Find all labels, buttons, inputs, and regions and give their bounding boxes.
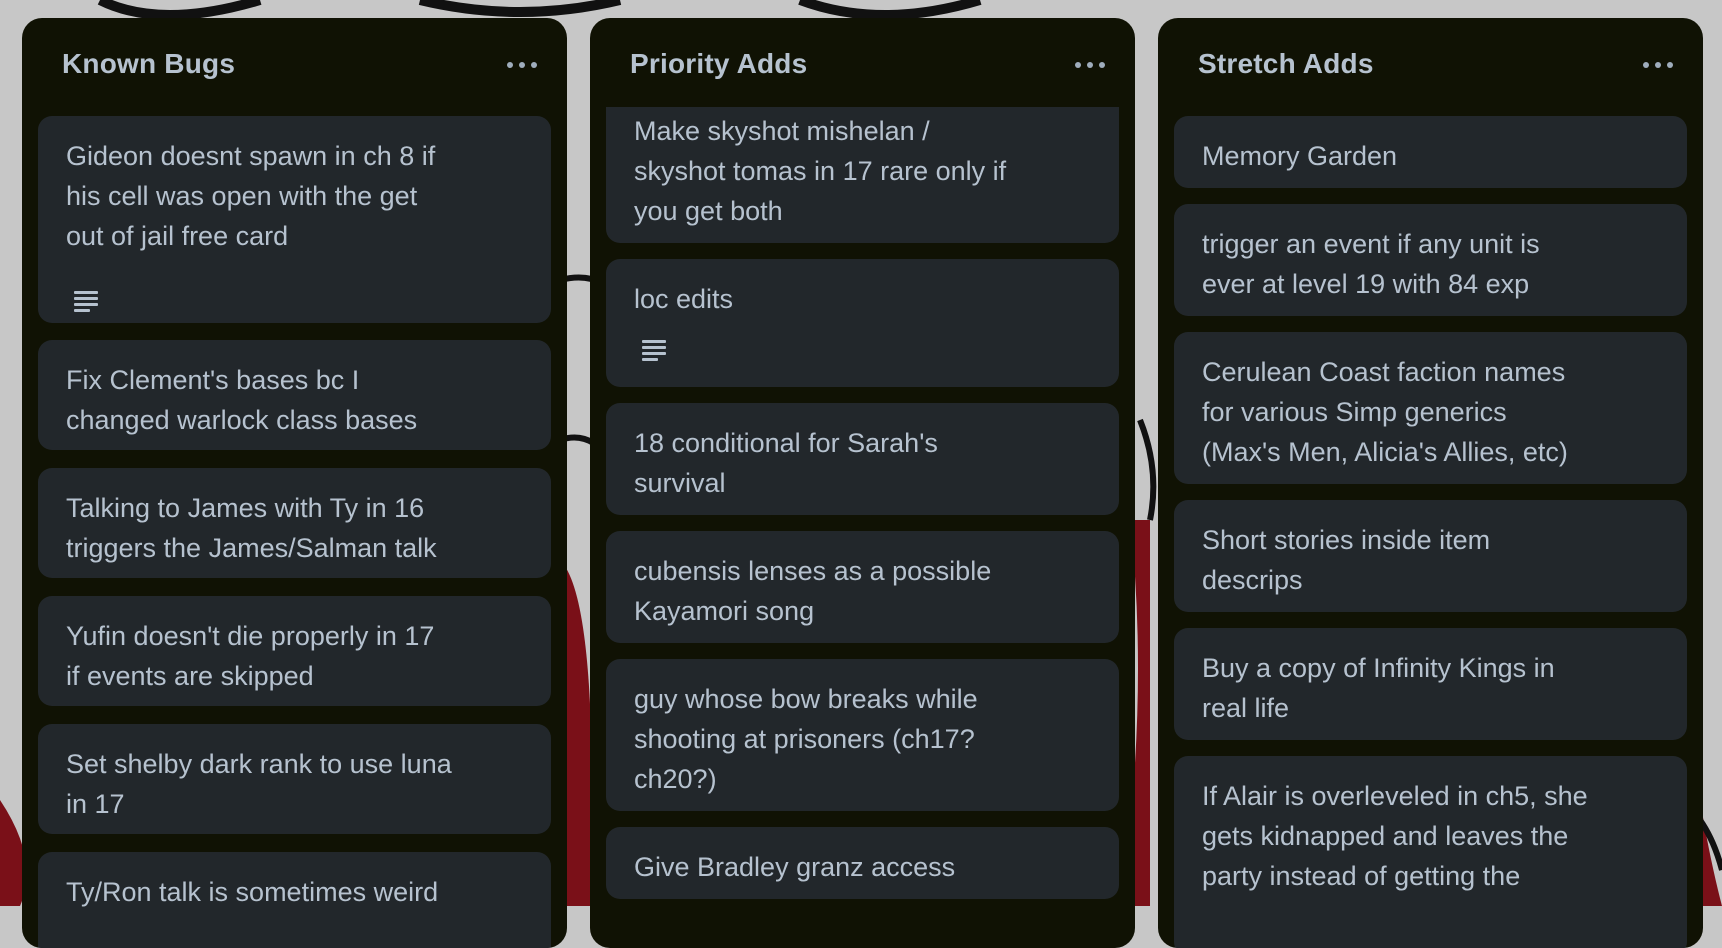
card-title: Buy a copy of Infinity Kings in real lif… xyxy=(1202,653,1555,723)
card-title: Cerulean Coast faction names for various… xyxy=(1202,357,1568,467)
list-header: Priority Adds xyxy=(590,18,1135,116)
card-title: Yufin doesn't die properly in 17 if even… xyxy=(66,621,435,691)
list-priority-adds: Priority Adds Make skyshot mishelan / sk… xyxy=(590,18,1135,948)
card-title: Set shelby dark rank to use luna in 17 xyxy=(66,749,452,819)
board: Known Bugs Gideon doesnt spawn in ch 8 i… xyxy=(0,0,1722,948)
card-title: trigger an event if any unit is ever at … xyxy=(1202,229,1540,299)
card-title: Memory Garden xyxy=(1202,141,1398,171)
card[interactable]: If Alair is overleveled in ch5, she gets… xyxy=(1174,756,1687,948)
card-title: Talking to James with Ty in 16 triggers … xyxy=(66,493,437,563)
card-title: If Alair is overleveled in ch5, she gets… xyxy=(1202,781,1588,891)
card[interactable]: Make skyshot mishelan / skyshot tomas in… xyxy=(606,107,1119,243)
description-lines-icon xyxy=(642,340,666,361)
card-title: cubensis lenses as a possible Kayamori s… xyxy=(634,556,992,626)
card[interactable]: Buy a copy of Infinity Kings in real lif… xyxy=(1174,628,1687,740)
card[interactable]: Set shelby dark rank to use luna in 17 xyxy=(38,724,551,834)
card-title: guy whose bow breaks while shooting at p… xyxy=(634,684,978,794)
card-title: Short stories inside item descrips xyxy=(1202,525,1491,595)
card-title: loc edits xyxy=(634,284,734,314)
list-known-bugs: Known Bugs Gideon doesnt spawn in ch 8 i… xyxy=(22,18,567,948)
card-title: Gideon doesnt spawn in ch 8 if his cell … xyxy=(66,141,436,251)
list-stretch-adds: Stretch Adds Memory Garden trigger an ev… xyxy=(1158,18,1703,948)
card[interactable]: Give Bradley granz access xyxy=(606,827,1119,899)
card-title: Make skyshot mishelan / skyshot tomas in… xyxy=(634,116,1007,226)
description-lines-icon xyxy=(74,291,98,312)
card[interactable]: trigger an event if any unit is ever at … xyxy=(1174,204,1687,316)
card[interactable]: cubensis lenses as a possible Kayamori s… xyxy=(606,531,1119,643)
card-title: Ty/Ron talk is sometimes weird xyxy=(66,877,439,907)
card[interactable]: Yufin doesn't die properly in 17 if even… xyxy=(38,596,551,706)
card[interactable]: guy whose bow breaks while shooting at p… xyxy=(606,659,1119,811)
card-title: Fix Clement's bases bc I changed warlock… xyxy=(66,365,418,435)
card-list: Gideon doesnt spawn in ch 8 if his cell … xyxy=(38,18,551,948)
card[interactable]: 18 conditional for Sarah's survival xyxy=(606,403,1119,515)
card[interactable]: Gideon doesnt spawn in ch 8 if his cell … xyxy=(38,116,551,323)
card[interactable]: Cerulean Coast faction names for various… xyxy=(1174,332,1687,484)
card[interactable]: Memory Garden xyxy=(1174,116,1687,188)
card[interactable]: Ty/Ron talk is sometimes weird xyxy=(38,852,551,948)
list-menu-more-horizontal-icon[interactable] xyxy=(1075,58,1105,72)
card-list: Make skyshot mishelan / skyshot tomas in… xyxy=(606,107,1119,948)
card-title: Give Bradley granz access xyxy=(634,852,956,882)
card-list: Memory Garden trigger an event if any un… xyxy=(1174,18,1687,948)
list-title[interactable]: Priority Adds xyxy=(630,48,807,80)
card[interactable]: Short stories inside item descrips xyxy=(1174,500,1687,612)
card-title: 18 conditional for Sarah's survival xyxy=(634,428,938,498)
card[interactable]: Fix Clement's bases bc I changed warlock… xyxy=(38,340,551,450)
card[interactable]: Talking to James with Ty in 16 triggers … xyxy=(38,468,551,578)
card[interactable]: loc edits xyxy=(606,259,1119,387)
